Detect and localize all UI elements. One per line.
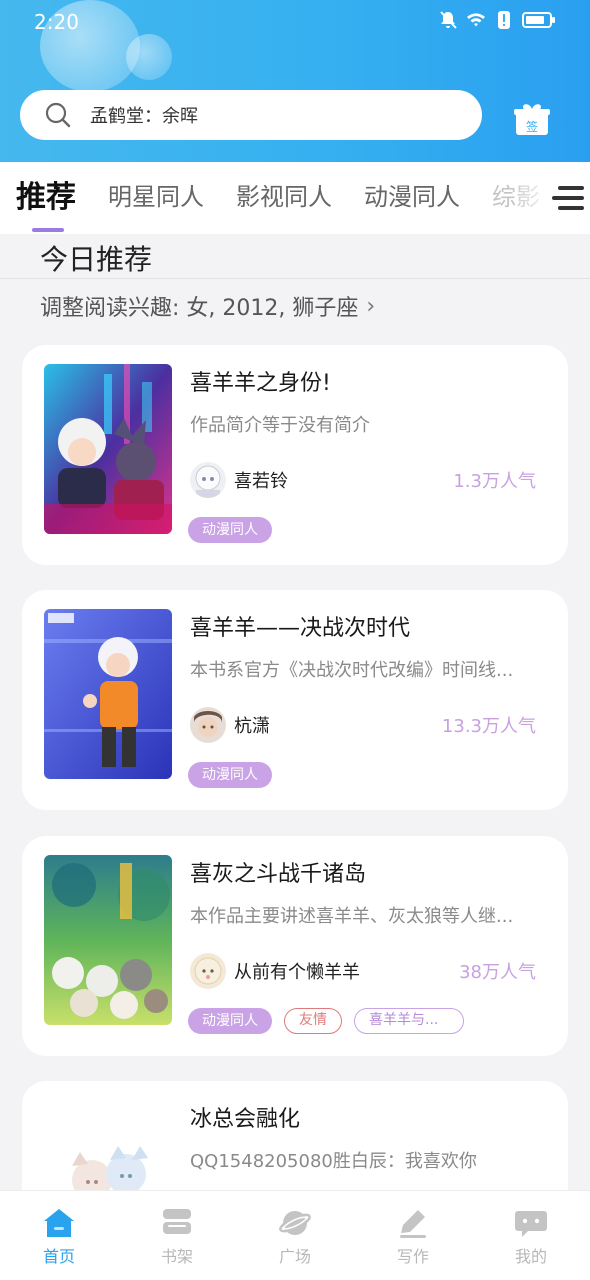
popularity: 13.3万人气	[441, 716, 536, 737]
decor-bubble-small	[126, 34, 172, 80]
wifi-icon	[467, 13, 485, 27]
tab-recommend[interactable]: 推荐	[16, 172, 76, 232]
tab-film-fanfic[interactable]: 影视同人	[236, 177, 332, 212]
search-icon	[44, 101, 72, 129]
home-icon	[44, 1209, 74, 1237]
tab-celebrity-fanfic[interactable]: 明星同人	[108, 177, 204, 212]
book-cover	[44, 609, 172, 779]
search-bar[interactable]: 孟鹤堂：余晖	[20, 90, 482, 140]
gift-checkin-icon[interactable]: 签	[514, 101, 550, 137]
header: 2:20 孟鹤堂：余晖 签	[0, 0, 590, 162]
book-description: 作品简介等于没有简介	[190, 415, 370, 436]
alert-icon	[498, 11, 510, 29]
author-row: 喜若铃 1.3万人气	[190, 461, 536, 499]
tab-anime-fanfic[interactable]: 动漫同人	[364, 177, 460, 212]
avatar	[190, 462, 226, 498]
bookshelf-icon	[163, 1209, 191, 1234]
book-title: 喜灰之斗战千诸岛	[190, 862, 367, 887]
status-icons	[438, 10, 556, 30]
book-description: 本书系官方《决战次时代改编》时间线...	[190, 660, 514, 681]
book-cover	[44, 364, 172, 534]
nav-label: 书架	[160, 1247, 193, 1266]
popularity: 38万人气	[459, 962, 536, 983]
nav-square[interactable]: 广场	[236, 1191, 354, 1280]
book-card[interactable]: 喜羊羊之身份! 作品简介等于没有简介 喜若铃 1.3万人气 动漫同人	[22, 345, 568, 565]
author-name: 喜若铃	[234, 471, 288, 492]
tag-list: 动漫同人 友情 喜羊羊与...	[188, 1008, 464, 1034]
reading-interest-link[interactable]: 调整阅读兴趣: 女, 2012, 狮子座 ›	[40, 290, 375, 322]
tag[interactable]: 友情	[284, 1008, 342, 1034]
avatar	[190, 953, 226, 989]
reading-interest-text: 调整阅读兴趣: 女, 2012, 狮子座	[40, 296, 359, 321]
nav-label: 我的	[514, 1247, 547, 1266]
tag[interactable]: 动漫同人	[188, 517, 272, 543]
popularity: 1.3万人气	[453, 471, 536, 492]
nav-write[interactable]: 写作	[354, 1191, 472, 1280]
author-row: 从前有个懒羊羊 38万人气	[190, 952, 536, 990]
book-card[interactable]: 喜灰之斗战千诸岛 本作品主要讲述喜羊羊、灰太狼等人继... 从前有个懒羊羊 38…	[22, 836, 568, 1056]
tag-list: 动漫同人	[188, 762, 272, 788]
book-description: 本作品主要讲述喜羊羊、灰太狼等人继...	[190, 906, 514, 927]
nav-label: 首页	[42, 1247, 75, 1266]
book-title: 喜羊羊——决战次时代	[190, 616, 411, 641]
divider	[0, 278, 590, 279]
menu-icon[interactable]	[552, 184, 584, 214]
nav-mine[interactable]: 我的	[472, 1191, 590, 1280]
book-title: 冰总会融化	[190, 1107, 301, 1132]
nav-label: 写作	[396, 1247, 429, 1266]
tag[interactable]: 喜羊羊与...	[354, 1008, 464, 1034]
book-card[interactable]: 喜羊羊——决战次时代 本书系官方《决战次时代改编》时间线... 杭潇 13.3万…	[22, 590, 568, 810]
author-name: 从前有个懒羊羊	[234, 962, 360, 983]
battery-icon	[522, 12, 555, 28]
search-input[interactable]: 孟鹤堂：余晖	[90, 102, 198, 128]
bottom-nav: 首页 书架 广场 写作 我的	[0, 1190, 590, 1280]
status-time: 2:20	[34, 10, 79, 34]
tag[interactable]: 动漫同人	[188, 1008, 272, 1034]
book-cover	[44, 855, 172, 1025]
author-name: 杭潇	[234, 716, 270, 737]
nav-label: 广场	[278, 1247, 311, 1266]
tag-list: 动漫同人	[188, 517, 272, 543]
book-title: 喜羊羊之身份!	[190, 371, 331, 396]
tag[interactable]: 动漫同人	[188, 762, 272, 788]
nav-home[interactable]: 首页	[0, 1191, 118, 1280]
avatar	[190, 707, 226, 743]
book-description: QQ1548205080胜白辰：我喜欢你	[190, 1151, 477, 1172]
section-title: 今日推荐	[40, 243, 153, 276]
write-icon	[400, 1210, 426, 1238]
mute-bell-icon	[440, 11, 457, 29]
svg-text:签: 签	[526, 119, 538, 134]
author-row: 杭潇 13.3万人气	[190, 706, 536, 744]
category-tabs: 推荐 明星同人 影视同人 动漫同人 综影	[0, 162, 590, 234]
chat-bubble-icon	[515, 1211, 547, 1237]
nav-bookshelf[interactable]: 书架	[118, 1191, 236, 1280]
chevron-right-icon: ›	[366, 293, 376, 319]
planet-icon	[279, 1211, 311, 1235]
